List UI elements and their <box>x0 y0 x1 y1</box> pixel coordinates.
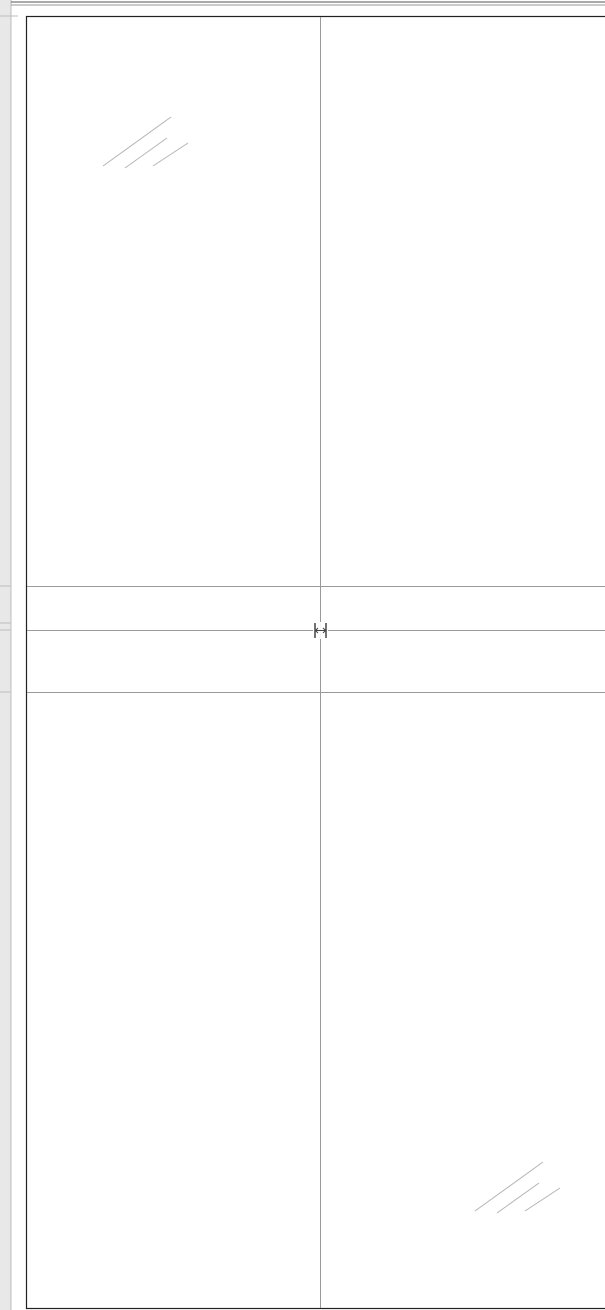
left-ruler-gutter <box>0 0 18 1310</box>
glass-hatch-top-left <box>102 116 189 169</box>
outer-frame <box>25 15 605 1310</box>
window-elevation-drawing <box>0 0 605 1310</box>
top-edge-lines <box>11 1 605 6</box>
horizontal-resize-icon[interactable] <box>313 622 328 639</box>
glass-hatch-bottom-right <box>474 1161 561 1214</box>
